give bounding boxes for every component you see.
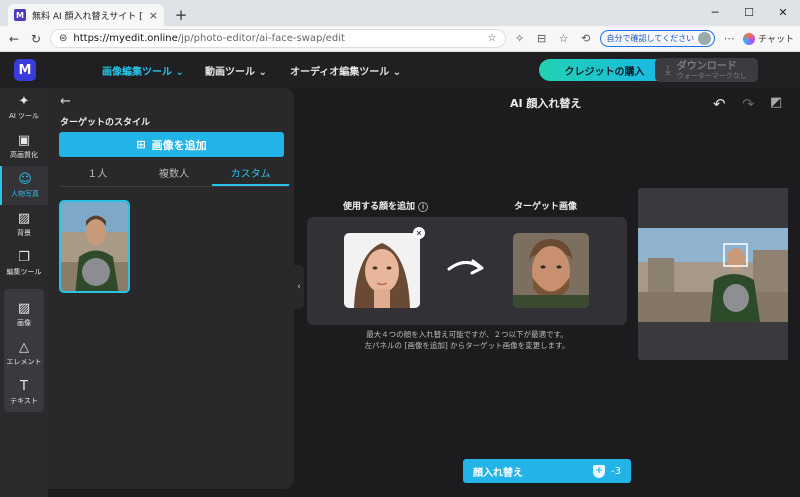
myedit-logo[interactable]: M [14,59,36,81]
download-label: ダウンロード [676,60,737,72]
left-toolbar: ✦ AI ツール ▣ 高画質化 ☺ 人物写真 ▨ 背景 ❐ 編集ツール ▨ 画像… [0,88,48,497]
enhance-icon: ▣ [17,132,31,148]
toolbar-ai-tools[interactable]: ✦ AI ツール [0,88,48,127]
source-face-image[interactable] [344,233,420,308]
toolbar-portrait[interactable]: ☺ 人物写真 [0,166,48,205]
image-icon: ▨ [17,300,31,316]
toolbar-label: 背景 [17,228,31,237]
menu-audio-tools[interactable]: オーディオ編集ツール ⌄ [290,63,401,78]
credit-cost-value: -3 [611,465,621,477]
swap-button-label: 顔入れ替え [473,467,523,479]
url-field[interactable]: ⊜ https://myedit.online/jp/photo-editor/… [50,29,506,48]
text-icon: T [20,378,28,394]
app-header: M 画像編集ツール ⌄ 動画ツール ⌄ オーディオ編集ツール ⌄ クレジットの購… [0,52,800,88]
browser-tabbar: M 無料 AI 顔入れ替えサイト [写真同士 × + ─ ☐ ✕ [0,0,800,26]
extensions-icon[interactable]: ✧ [512,32,528,45]
tab-single[interactable]: １人 [59,165,136,186]
back-arrow-icon[interactable]: ← [60,94,71,109]
split-screen-icon[interactable]: ⊟ [534,32,550,45]
favorites-icon[interactable]: ☆ [556,32,572,45]
toolbar-label: テキスト [10,396,38,405]
face-source-label: 使用する顔を追加 i [343,199,429,212]
toolbar-label: AI ツール [8,111,40,120]
swap-arrow-icon [447,259,484,275]
address-bar: ← ↻ ⊜ https://myedit.online/jp/photo-edi… [0,26,800,52]
panel-title: ターゲットのスタイル [60,118,151,128]
remove-face-icon[interactable]: ✕ [413,227,425,239]
toolbar-enhance[interactable]: ▣ 高画質化 [0,127,48,166]
back-arrow-icon[interactable]: ← [6,32,22,46]
collapse-panel-button[interactable]: ‹ [294,265,304,309]
profile-verify-button[interactable]: 自分で確認してください [599,30,716,47]
menu-image-tools[interactable]: 画像編集ツール ⌄ [102,63,184,78]
chat-label: チャット [758,35,794,45]
edit-tools-icon: ❐ [18,249,30,265]
toolbar-text[interactable]: T テキスト [4,373,44,412]
target-style-panel: ← ターゲットのスタイル ⊞ 画像を追加 １人 複数人 カスタム [48,88,294,489]
more-menu-icon[interactable]: ⋯ [721,32,737,45]
copilot-icon [743,32,756,45]
toolbar-elements[interactable]: △ エレメント [4,334,44,373]
toolbar-label: エレメント [6,357,42,366]
toolbar-label: 編集ツール [6,267,42,276]
add-image-button[interactable]: ⊞ 画像を追加 [59,132,284,157]
face-swap-button[interactable]: 顔入れ替え + -3 [463,459,631,483]
elements-icon: △ [19,339,29,355]
target-face-image[interactable] [513,233,589,308]
copilot-chat-button[interactable]: チャット [743,32,794,45]
info-icon[interactable]: i [418,201,429,212]
background-icon: ▨ [17,210,31,226]
add-image-label: 画像を追加 [151,138,207,152]
reload-icon[interactable]: ↻ [28,32,44,46]
note-line-1: 最大４つの顔を入れ替え可能ですが、２つ以下が最適です。 [366,330,568,339]
maximize-icon[interactable]: ☐ [732,0,766,24]
toolbar-background[interactable]: ▨ 背景 [0,205,48,244]
image-add-icon: ⊞ [136,138,146,151]
toolbar-edit-tools[interactable]: ❐ 編集ツール [0,244,48,283]
compare-icon[interactable]: ◩ [770,95,782,110]
close-window-icon[interactable]: ✕ [766,0,800,24]
credit-shield-icon: + [593,464,606,478]
window-controls: ─ ☐ ✕ [698,0,800,24]
target-preview [638,188,788,360]
toolbar-insert-group: ▨ 画像 △ エレメント T テキスト [4,289,44,412]
history-icon[interactable]: ⟲ [578,32,594,45]
download-button[interactable]: ⤓ ダウンロード ウォーターマークなし [655,58,758,82]
swap-instructions: 最大４つの顔を入れ替え可能ですが、２つ以下が最適です。 左パネルの [画像を追加… [307,329,627,351]
avatar [698,32,712,45]
tab-custom[interactable]: カスタム [212,165,290,186]
buy-credits-button[interactable]: クレジットの購入 [539,59,670,81]
redo-icon[interactable]: ↷ [742,95,755,113]
target-thumbnail[interactable] [59,200,130,293]
undo-icon[interactable]: ↶ [713,95,726,113]
credit-cost: + -3 [593,464,621,478]
portrait-icon: ☺ [18,171,32,187]
toolbar-label: 画像 [17,318,31,327]
note-line-2: 左パネルの [画像を追加] からターゲット画像を変更します。 [364,341,570,350]
site-favicon-icon: M [14,9,26,21]
new-tab-button[interactable]: + [172,4,190,26]
menu-video-tools[interactable]: 動画ツール ⌄ [205,63,267,78]
face-label-text: 使用する顔を追加 [343,202,416,212]
toolbar-label: 人物写真 [11,189,39,198]
tab-close-icon[interactable]: × [149,9,158,22]
minimize-icon[interactable]: ─ [698,0,732,24]
style-tabs: １人 複数人 カスタム [59,165,290,187]
site-info-icon[interactable]: ⊜ [59,33,67,44]
tab-title: 無料 AI 顔入れ替えサイト [写真同士 [32,11,143,22]
download-sublabel: ウォーターマークなし [676,71,747,80]
url-path: /jp/photo-editor/ai-face-swap/edit [177,33,345,44]
tab-multiple[interactable]: 複数人 [136,165,213,186]
favorite-star-icon[interactable]: ☆ [488,33,497,44]
page-title: AI 顔入れ替え [510,97,582,110]
browser-tab[interactable]: M 無料 AI 顔入れ替えサイト [写真同士 × [8,4,164,26]
url-host: https://myedit.online [73,33,178,44]
toolbar-image[interactable]: ▨ 画像 [4,295,44,334]
target-image-label: ターゲット画像 [514,202,578,212]
verify-label: 自分で確認してください [606,34,695,43]
magic-wand-icon: ✦ [18,93,30,109]
toolbar-label: 高画質化 [10,150,38,159]
download-icon: ⤓ [665,62,671,78]
